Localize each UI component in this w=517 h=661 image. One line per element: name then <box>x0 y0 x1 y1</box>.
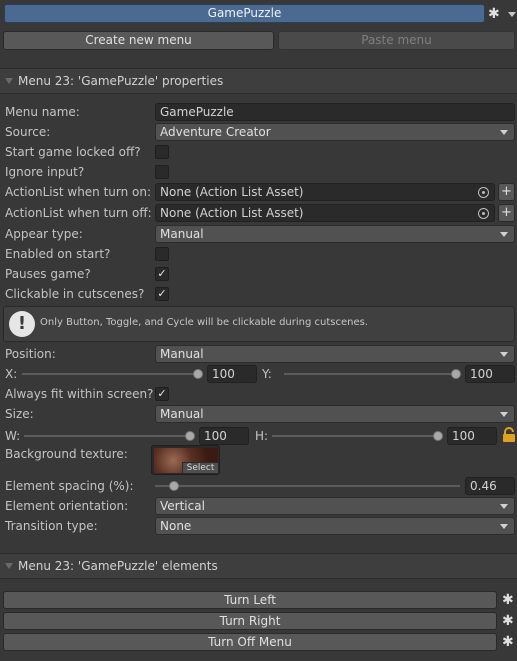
transition-label: Transition type: <box>5 519 98 533</box>
select-texture-button[interactable]: Select <box>182 462 219 474</box>
gear-icon[interactable]: ✱ <box>502 593 514 607</box>
appear-type-label: Appear type: <box>5 227 83 241</box>
chevron-down-icon <box>500 412 508 417</box>
clickable-cutscenes-checkbox[interactable]: ✓ <box>155 287 169 301</box>
info-icon: ! <box>9 311 35 337</box>
w-label: W: <box>5 429 21 443</box>
chevron-down-icon <box>500 524 508 529</box>
actionlist-turn-on-field[interactable]: None (Action List Asset) <box>155 183 495 201</box>
x-slider-handle[interactable] <box>193 369 203 379</box>
source-value: Adventure Creator <box>160 125 271 139</box>
orientation-dropdown[interactable]: Vertical <box>155 497 515 515</box>
pauses-game-checkbox[interactable]: ✓ <box>155 267 169 281</box>
bg-texture-label: Background texture: <box>5 447 128 461</box>
x-slider-track[interactable] <box>22 373 200 375</box>
h-slider-handle[interactable] <box>433 431 443 441</box>
spacing-slider-track[interactable] <box>155 485 460 487</box>
actionlist-turn-off-value: None (Action List Asset) <box>160 206 304 220</box>
gear-icon[interactable]: ✱ <box>502 614 514 628</box>
orientation-label: Element orientation: <box>5 499 129 513</box>
enabled-on-start-checkbox[interactable] <box>155 247 169 261</box>
properties-title: Menu 23: 'GamePuzzle' properties <box>18 74 224 88</box>
w-slider-track[interactable] <box>24 435 192 437</box>
element-turn-left-button[interactable]: Turn Left <box>3 591 497 609</box>
ignore-input-checkbox[interactable] <box>155 165 169 179</box>
transition-value: None <box>160 519 192 533</box>
fit-screen-checkbox[interactable]: ✓ <box>155 387 169 401</box>
chevron-down-icon <box>500 232 508 237</box>
gear-icon[interactable]: ✱ <box>502 635 514 649</box>
paste-menu-button[interactable]: Paste menu <box>278 31 515 50</box>
h-slider-track[interactable] <box>272 435 440 437</box>
info-box: ! Only Button, Toggle, and Cycle will be… <box>3 306 515 342</box>
pauses-game-label: Pauses game? <box>5 267 91 281</box>
object-picker-icon[interactable] <box>478 208 489 219</box>
info-text: Only Button, Toggle, and Cycle will be c… <box>40 317 369 328</box>
fit-screen-label: Always fit within screen? <box>5 387 154 401</box>
y-slider-handle[interactable] <box>451 369 461 379</box>
clickable-cutscenes-label: Clickable in cutscenes? <box>5 287 145 301</box>
position-dropdown[interactable]: Manual <box>155 345 515 363</box>
position-value: Manual <box>160 347 204 361</box>
w-value-field[interactable]: 100 <box>199 427 249 445</box>
element-turn-off-menu-button[interactable]: Turn Off Menu <box>3 633 497 651</box>
spacing-value-field[interactable]: 0.46 <box>465 477 515 495</box>
ignore-input-label: Ignore input? <box>5 165 85 179</box>
size-value: Manual <box>160 407 204 421</box>
position-label: Position: <box>5 347 56 361</box>
w-slider-handle[interactable] <box>185 431 195 441</box>
source-label: Source: <box>5 125 51 139</box>
start-locked-checkbox[interactable] <box>155 145 169 159</box>
gear-icon[interactable]: ✱ <box>488 7 500 21</box>
add-actionlist-off-button[interactable]: + <box>498 204 515 222</box>
actionlist-turn-on-label: ActionList when turn on: <box>5 185 152 199</box>
menu-selector[interactable]: GamePuzzle <box>4 4 485 23</box>
size-label: Size: <box>5 407 34 421</box>
chevron-down-icon <box>500 352 508 357</box>
x-value-field[interactable]: 100 <box>207 365 257 383</box>
actionlist-turn-off-field[interactable]: None (Action List Asset) <box>155 204 495 222</box>
start-locked-label: Start game locked off? <box>5 145 141 159</box>
appear-type-value: Manual <box>160 227 204 241</box>
properties-header[interactable]: Menu 23: 'GamePuzzle' properties <box>0 68 517 94</box>
foldout-arrow-icon <box>5 563 13 569</box>
menu-name-field[interactable]: GamePuzzle <box>155 103 515 121</box>
spacing-slider-handle[interactable] <box>169 481 179 491</box>
appear-type-dropdown[interactable]: Manual <box>155 225 515 243</box>
chevron-down-icon <box>500 504 508 509</box>
actionlist-turn-off-label: ActionList when turn off: <box>5 206 152 220</box>
element-turn-right-button[interactable]: Turn Right <box>3 612 497 630</box>
menu-name-label: Menu name: <box>5 105 80 119</box>
menu-selector-label: GamePuzzle <box>207 6 282 20</box>
elements-header[interactable]: Menu 23: 'GamePuzzle' elements <box>0 553 517 579</box>
transition-dropdown[interactable]: None <box>155 517 515 535</box>
source-dropdown[interactable]: Adventure Creator <box>155 123 515 141</box>
chevron-down-icon <box>500 130 508 135</box>
h-value-field[interactable]: 100 <box>447 427 497 445</box>
create-new-menu-button[interactable]: Create new menu <box>3 31 274 50</box>
x-label: X: <box>5 367 18 381</box>
spacing-label: Element spacing (%): <box>5 479 134 493</box>
enabled-on-start-label: Enabled on start? <box>5 247 111 261</box>
h-label: H: <box>255 429 269 443</box>
y-value-field[interactable]: 100 <box>465 365 515 383</box>
y-slider-track[interactable] <box>284 373 458 375</box>
chevron-down-icon[interactable] <box>508 12 516 17</box>
y-label: Y: <box>262 367 272 381</box>
size-dropdown[interactable]: Manual <box>155 405 515 423</box>
add-actionlist-on-button[interactable]: + <box>498 183 515 201</box>
elements-title: Menu 23: 'GamePuzzle' elements <box>18 559 218 573</box>
orientation-value: Vertical <box>160 499 205 513</box>
object-picker-icon[interactable] <box>478 187 489 198</box>
foldout-arrow-icon <box>5 78 13 84</box>
bg-texture-thumbnail[interactable]: Select <box>151 445 220 475</box>
lock-icon[interactable] <box>502 427 516 443</box>
actionlist-turn-on-value: None (Action List Asset) <box>160 185 304 199</box>
